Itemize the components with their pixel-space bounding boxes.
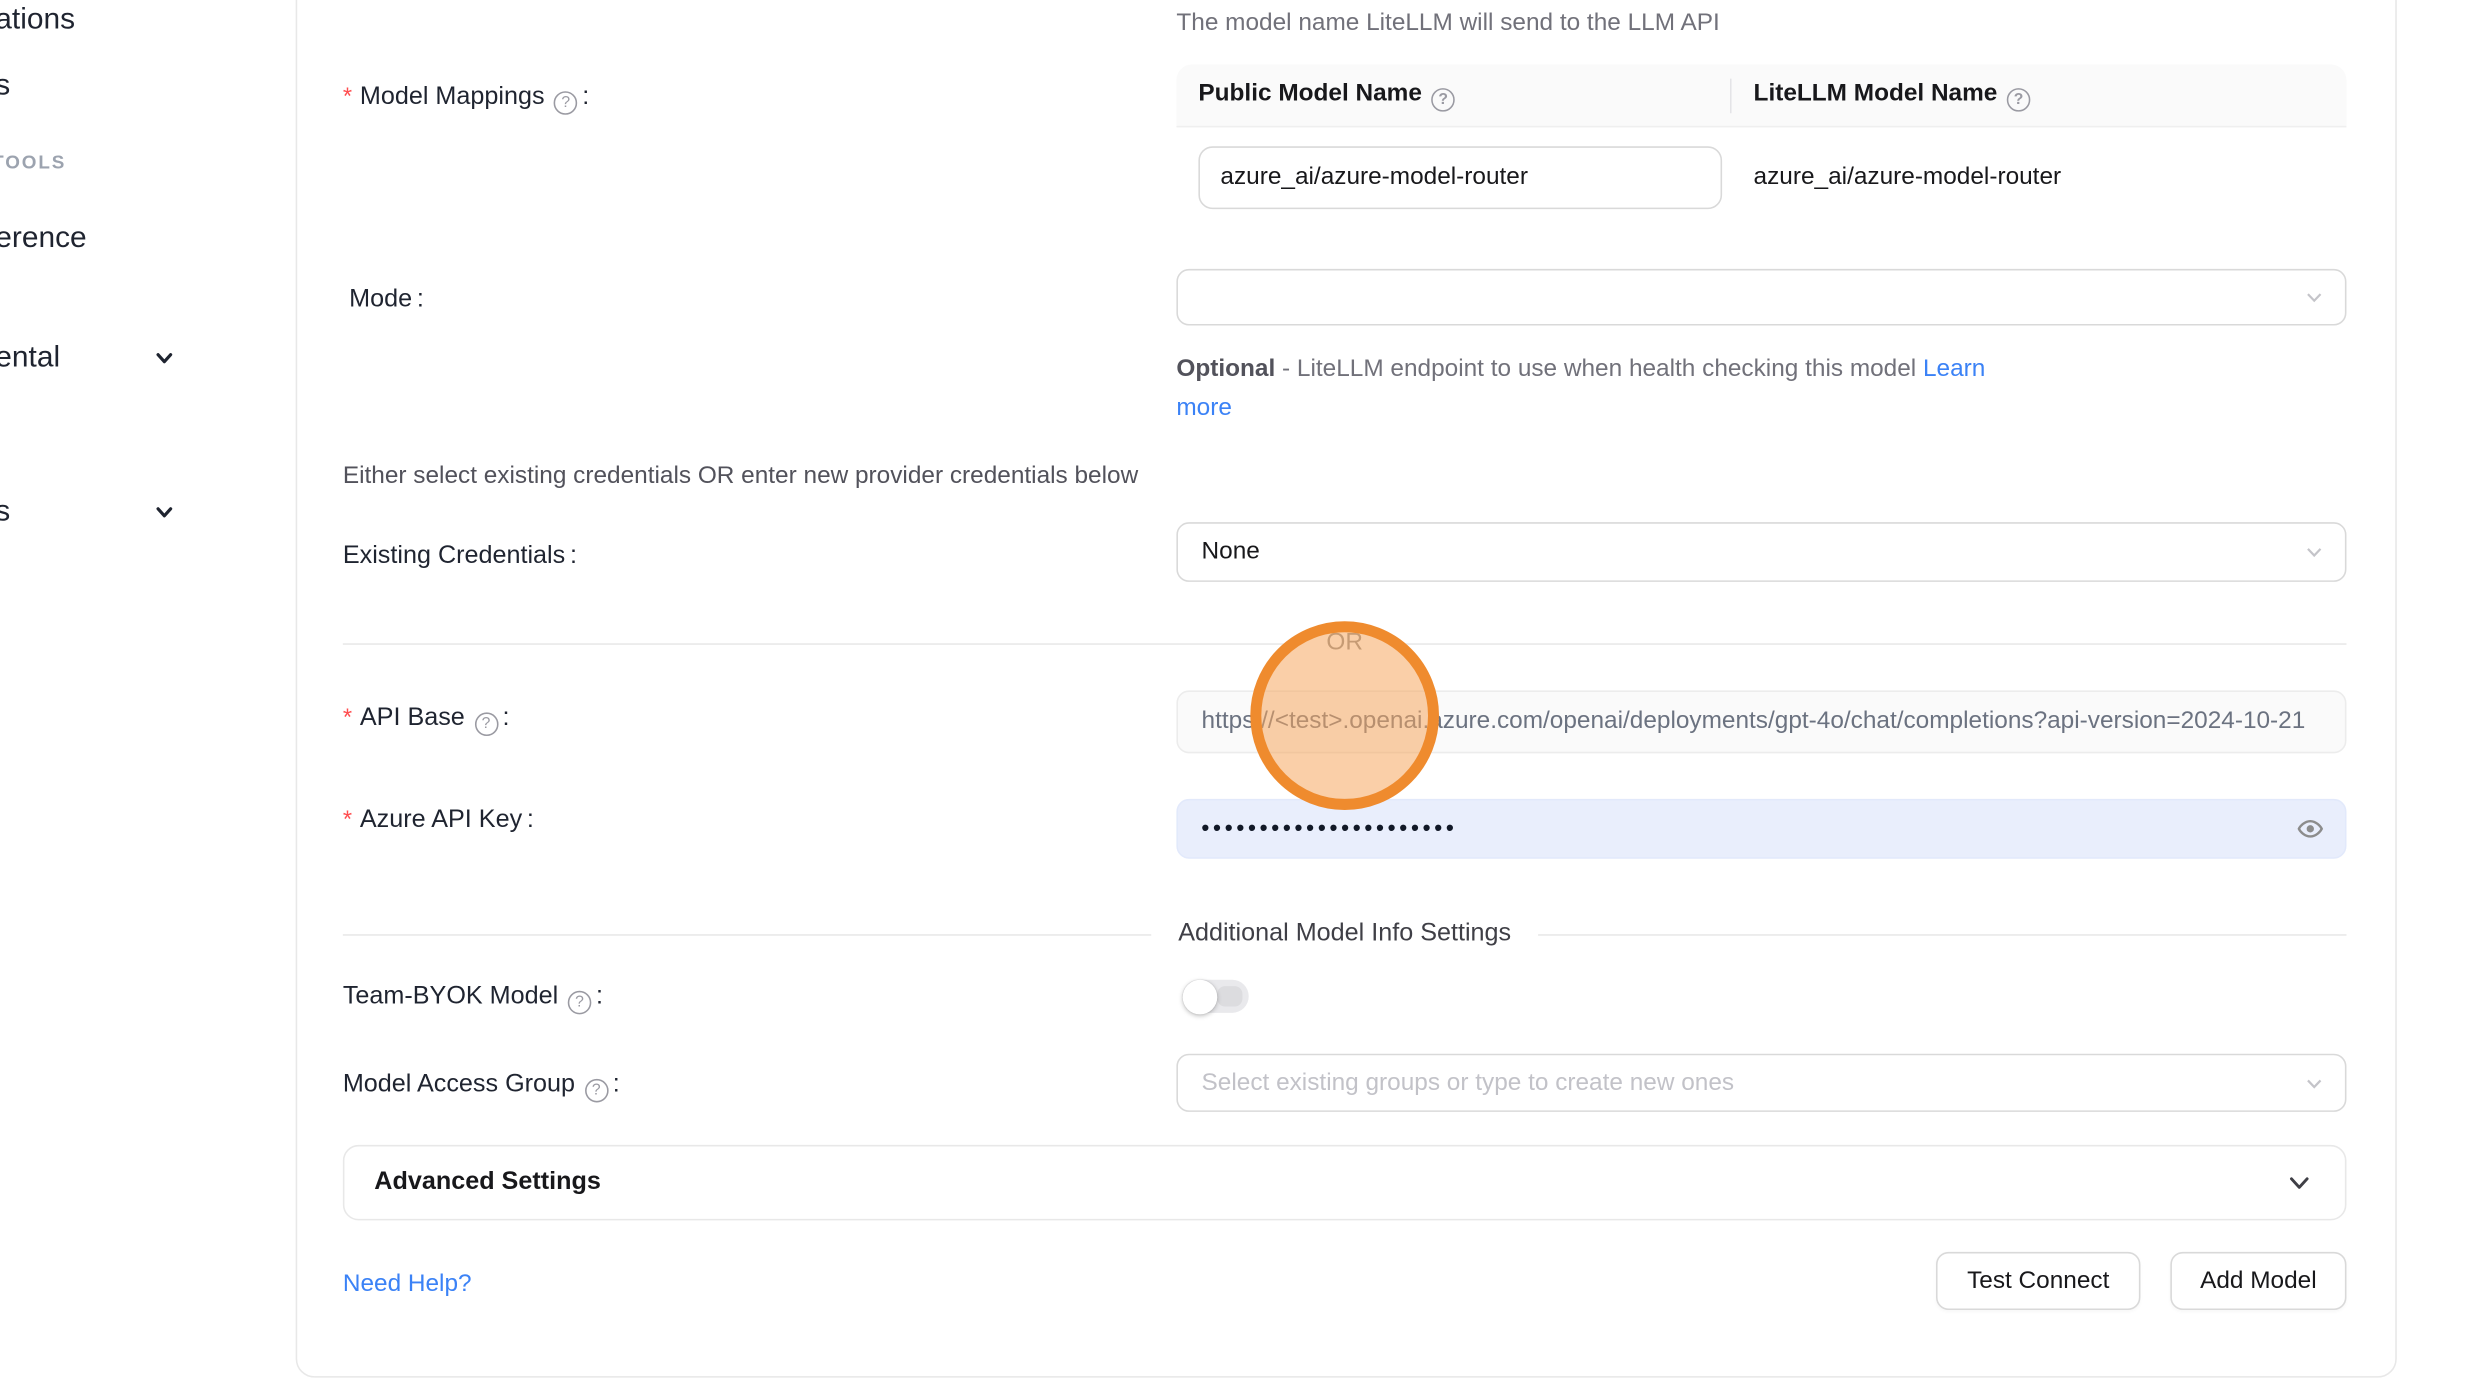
public-model-name-input[interactable] (1198, 146, 1722, 209)
chevron-down-icon (2304, 542, 2324, 562)
azure-api-key-label: * Azure API Key: (343, 807, 534, 835)
model-mappings-label-text: Model Mappings (360, 83, 545, 110)
additional-info-divider-label: Additional Model Info Settings (1151, 920, 1537, 948)
test-connect-button[interactable]: Test Connect (1936, 1252, 2140, 1310)
label-colon: : (582, 83, 589, 110)
sidebar-section-tools: TOOLS (0, 151, 66, 173)
api-base-label: * API Base?: (343, 705, 510, 736)
eye-icon (2296, 815, 2324, 843)
add-model-page: ations s TOOLS erence ental s The model … (0, 0, 2477, 1385)
help-circle-icon[interactable]: ? (568, 991, 592, 1015)
additional-info-divider: Additional Model Info Settings (343, 920, 2347, 948)
or-divider-label: OR (1300, 629, 1390, 657)
chevron-down-icon (2287, 1170, 2312, 1195)
table-row: azure_ai/azure-model-router (1176, 127, 2346, 228)
mode-helper-text: Optional - LiteLLM endpoint to use when … (1176, 349, 2038, 428)
sidebar-item-label: s (0, 495, 10, 528)
or-divider: OR (343, 629, 2347, 657)
sidebar-item-experimental[interactable]: ental (0, 341, 60, 376)
model-access-group-label-text: Model Access Group (343, 1071, 575, 1098)
mode-label: Mode: (349, 286, 424, 314)
divider-line (1390, 642, 2347, 644)
add-model-button[interactable]: Add Model (2170, 1252, 2346, 1310)
sidebar-nav: ations s TOOLS erence ental s (0, 0, 296, 1385)
chevron-down-icon (2304, 287, 2324, 307)
label-colon: : (503, 705, 510, 732)
azure-api-key-label-text: Azure API Key (360, 807, 522, 834)
masked-api-key-value: •••••••••••••••••••••• (1202, 815, 1458, 840)
model-access-group-select[interactable]: Select existing groups or type to create… (1176, 1054, 2346, 1112)
credentials-note: Either select existing credentials OR en… (343, 462, 1138, 490)
sidebar-item-label: erence (0, 222, 87, 255)
team-byok-toggle[interactable] (1183, 980, 1249, 1013)
label-colon: : (527, 807, 534, 834)
help-circle-icon[interactable]: ? (554, 91, 578, 115)
sidebar-item-organizations[interactable]: ations (0, 3, 75, 38)
sidebar-item-inference[interactable]: erence (0, 222, 87, 257)
column-divider (1730, 79, 1732, 114)
model-mappings-label: * Model Mappings?: (343, 83, 589, 114)
model-name-helper-text: The model name LiteLLM will send to the … (1176, 9, 1719, 37)
azure-api-key-input[interactable]: •••••••••••••••••••••• (1176, 799, 2346, 859)
chevron-down-icon (153, 500, 177, 524)
help-circle-icon[interactable]: ? (2007, 87, 2031, 111)
api-base-label-text: API Base (360, 705, 465, 732)
column-header-litellm-model-name: LiteLLM Model Name? (1730, 79, 2030, 110)
sidebar-section-label: TOOLS (0, 151, 66, 173)
existing-credentials-value: None (1202, 538, 1260, 566)
column-header-public-model-name: Public Model Name? (1176, 79, 1730, 110)
mode-select[interactable] (1176, 269, 2346, 326)
mode-label-text: Mode (349, 286, 412, 313)
column-header-label: LiteLLM Model Name (1754, 79, 1998, 106)
sidebar-item-label: s (0, 69, 10, 102)
team-byok-label: Team-BYOK Model?: (343, 983, 603, 1014)
help-circle-icon[interactable]: ? (584, 1079, 608, 1103)
required-asterisk: * (343, 705, 352, 732)
chevron-down-icon (153, 346, 177, 370)
model-mappings-table: Public Model Name? LiteLLM Model Name? a… (1176, 64, 2346, 228)
toggle-track (1217, 986, 1242, 1006)
toggle-handle (1183, 979, 1218, 1014)
need-help-link[interactable]: Need Help? (343, 1271, 472, 1299)
sidebar-item-settings[interactable]: s (0, 495, 10, 530)
model-mappings-table-header: Public Model Name? LiteLLM Model Name? (1176, 64, 2346, 127)
divider-line (1538, 933, 2347, 935)
public-model-name-cell (1176, 146, 1730, 209)
sidebar-item-models[interactable]: s (0, 69, 10, 104)
sidebar-item-label: ations (0, 3, 75, 36)
divider-line (343, 933, 1152, 935)
column-header-label: Public Model Name (1198, 79, 1422, 106)
toggle-password-visibility-button[interactable] (2296, 815, 2324, 843)
required-asterisk: * (343, 807, 352, 834)
advanced-settings-toggle[interactable]: Advanced Settings (343, 1145, 2347, 1220)
api-base-input[interactable]: https://<test>.openai.azure.com/openai/d… (1176, 690, 2346, 753)
existing-credentials-select[interactable]: None (1176, 522, 2346, 582)
label-colon: : (596, 983, 603, 1010)
api-base-value: https://<test>.openai.azure.com/openai/d… (1202, 708, 2306, 736)
litellm-model-name-cell: azure_ai/azure-model-router (1730, 164, 2061, 192)
sidebar-item-label: ental (0, 341, 60, 374)
label-colon: : (570, 543, 577, 570)
existing-credentials-label: Existing Credentials: (343, 543, 577, 571)
advanced-settings-label: Advanced Settings (374, 1169, 601, 1197)
help-circle-icon[interactable]: ? (474, 712, 498, 736)
help-circle-icon[interactable]: ? (1431, 87, 1455, 111)
label-colon: : (417, 286, 424, 313)
team-byok-label-text: Team-BYOK Model (343, 983, 558, 1010)
label-colon: : (613, 1071, 620, 1098)
chevron-down-icon (2304, 1073, 2324, 1093)
required-asterisk: * (343, 83, 352, 110)
existing-credentials-label-text: Existing Credentials (343, 543, 565, 570)
model-access-group-placeholder: Select existing groups or type to create… (1202, 1069, 1735, 1097)
mode-helper-bold: Optional (1176, 355, 1275, 382)
model-access-group-label: Model Access Group?: (343, 1071, 620, 1102)
mode-helper-body: - LiteLLM endpoint to use when health ch… (1282, 355, 1916, 382)
divider-line (343, 642, 1300, 644)
